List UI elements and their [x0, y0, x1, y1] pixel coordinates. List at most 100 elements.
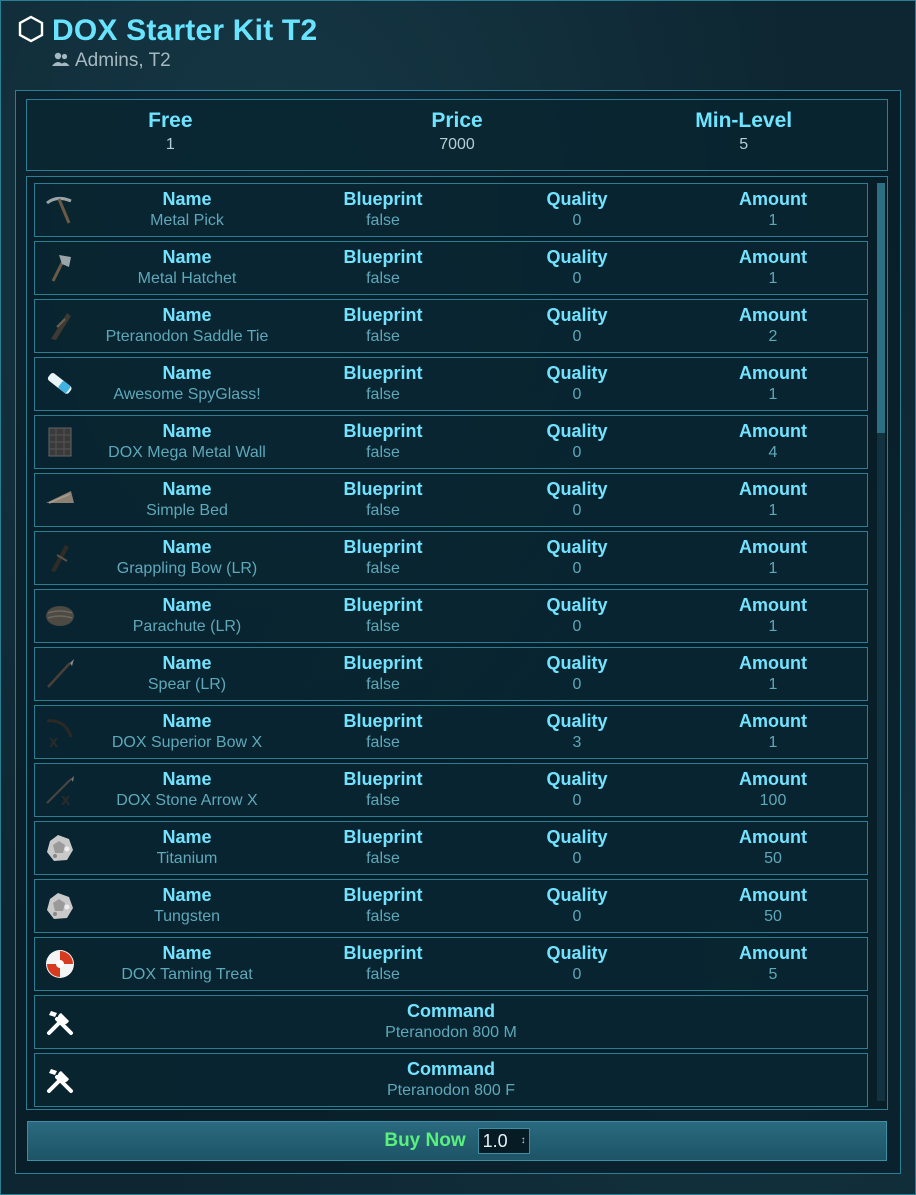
- buy-now-button[interactable]: Buy Now 1.0 ↕: [27, 1121, 887, 1161]
- item-amount-cell: Amount 1: [673, 246, 873, 290]
- item-amount-value: 2: [768, 328, 778, 345]
- item-name-value: Tungsten: [153, 908, 221, 925]
- item-quality-value: 0: [572, 908, 582, 925]
- users-icon: [52, 51, 70, 72]
- quantity-stepper[interactable]: 1.0 ↕: [477, 1128, 530, 1154]
- item-name-label: Name: [162, 769, 212, 789]
- item-blueprint-label: Blueprint: [343, 769, 423, 789]
- item-name-label: Name: [162, 595, 212, 615]
- item-name-cell: Name Metal Hatchet: [87, 246, 287, 290]
- item-quality-cell: Quality 0: [477, 826, 677, 870]
- buy-now-label: Buy Now: [384, 1130, 466, 1151]
- stat-label: Free: [148, 109, 193, 132]
- item-amount-cell: Amount 1: [673, 362, 873, 406]
- item-quality-value: 0: [572, 270, 582, 287]
- stat-min-level: Min-Level 5: [600, 100, 887, 170]
- ore-icon: [41, 829, 79, 867]
- item-name-cell: Name Parachute (LR): [87, 594, 287, 638]
- item-blueprint-value: false: [366, 618, 400, 635]
- item-blueprint-value: false: [366, 328, 400, 345]
- bow-icon: [41, 539, 79, 577]
- scrollbar[interactable]: [877, 183, 885, 1101]
- item-quality-cell: Quality 0: [477, 246, 677, 290]
- item-quality-value: 0: [572, 386, 582, 403]
- item-amount-label: Amount: [739, 769, 807, 789]
- item-amount-label: Amount: [739, 827, 807, 847]
- item-amount-cell: Amount 100: [673, 768, 873, 812]
- stat-value: 7000: [439, 136, 475, 153]
- stat-label: Min-Level: [695, 109, 793, 132]
- item-amount-label: Amount: [739, 595, 807, 615]
- item-blueprint-label: Blueprint: [343, 305, 423, 325]
- item-blueprint-value: false: [366, 850, 400, 867]
- item-amount-label: Amount: [739, 363, 807, 383]
- item-blueprint-label: Blueprint: [343, 189, 423, 209]
- kit-item-row: Name Spear (LR) Blueprint false Quality 0 Amou…: [34, 647, 868, 701]
- item-blueprint-label: Blueprint: [343, 537, 423, 557]
- svg-text:X: X: [49, 736, 59, 749]
- stat-value: 5: [739, 136, 749, 153]
- item-quality-label: Quality: [546, 769, 608, 789]
- item-blueprint-cell: Blueprint false: [283, 652, 483, 696]
- command-cell: Command Pteranodon 800 F: [35, 1058, 867, 1102]
- item-amount-cell: Amount 1: [673, 594, 873, 638]
- item-name-value: DOX Taming Treat: [121, 966, 253, 983]
- kit-item-list[interactable]: Name Metal Pick Blueprint false Quality 0 Amou…: [26, 176, 888, 1110]
- item-quality-value: 0: [572, 966, 582, 983]
- item-name-label: Name: [162, 537, 212, 557]
- spyglass-icon: [41, 365, 79, 403]
- item-name-label: Name: [162, 363, 212, 383]
- item-quality-label: Quality: [546, 943, 608, 963]
- kit-command-row: Command Pteranodon 800 F: [34, 1053, 868, 1107]
- item-name-label: Name: [162, 827, 212, 847]
- item-quality-value: 0: [572, 444, 582, 461]
- item-quality-cell: Quality 0: [477, 884, 677, 928]
- item-blueprint-value: false: [366, 502, 400, 519]
- item-blueprint-label: Blueprint: [343, 711, 423, 731]
- item-name-cell: Name Metal Pick: [87, 188, 287, 232]
- item-amount-value: 1: [768, 734, 778, 751]
- item-name-cell: Name Grappling Bow (LR): [87, 536, 287, 580]
- item-quality-cell: Quality 3: [477, 710, 677, 754]
- item-amount-cell: Amount 4: [673, 420, 873, 464]
- item-amount-cell: Amount 1: [673, 536, 873, 580]
- item-amount-cell: Amount 1: [673, 478, 873, 522]
- item-quality-label: Quality: [546, 421, 608, 441]
- item-name-cell: Name Awesome SpyGlass!: [87, 362, 287, 406]
- item-blueprint-value: false: [366, 444, 400, 461]
- item-blueprint-value: false: [366, 734, 400, 751]
- stat-value: 1: [165, 136, 175, 153]
- item-amount-value: 1: [768, 676, 778, 693]
- item-name-value: DOX Stone Arrow X: [116, 792, 258, 809]
- scrollbar-thumb[interactable]: [877, 183, 885, 433]
- item-blueprint-value: false: [366, 908, 400, 925]
- item-amount-value: 5: [768, 966, 778, 983]
- item-quality-value: 0: [572, 328, 582, 345]
- item-quality-value: 0: [572, 676, 582, 693]
- item-blueprint-value: false: [366, 386, 400, 403]
- item-quality-cell: Quality 0: [477, 420, 677, 464]
- item-blueprint-label: Blueprint: [343, 247, 423, 267]
- item-quality-cell: Quality 0: [477, 362, 677, 406]
- item-name-value: Pteranodon Saddle Tie: [105, 328, 269, 345]
- item-quality-cell: Quality 0: [477, 768, 677, 812]
- command-label: Command: [406, 1001, 495, 1021]
- item-quality-value: 0: [572, 792, 582, 809]
- item-name-value: Awesome SpyGlass!: [113, 386, 261, 403]
- item-name-label: Name: [162, 247, 212, 267]
- item-quality-label: Quality: [546, 305, 608, 325]
- item-quality-label: Quality: [546, 885, 608, 905]
- item-blueprint-value: false: [366, 676, 400, 693]
- item-quality-label: Quality: [546, 827, 608, 847]
- hatchet-icon: [41, 249, 79, 287]
- item-name-cell: Name DOX Taming Treat: [87, 942, 287, 986]
- kit-item-row: Name Tungsten Blueprint false Quality 0 Amount…: [34, 879, 868, 933]
- item-blueprint-cell: Blueprint false: [283, 188, 483, 232]
- item-quality-cell: Quality 0: [477, 536, 677, 580]
- spinner-icon[interactable]: ↕: [521, 1135, 526, 1146]
- item-quality-label: Quality: [546, 537, 608, 557]
- item-blueprint-label: Blueprint: [343, 479, 423, 499]
- item-quality-cell: Quality 0: [477, 594, 677, 638]
- item-quality-label: Quality: [546, 247, 608, 267]
- item-amount-cell: Amount 1: [673, 652, 873, 696]
